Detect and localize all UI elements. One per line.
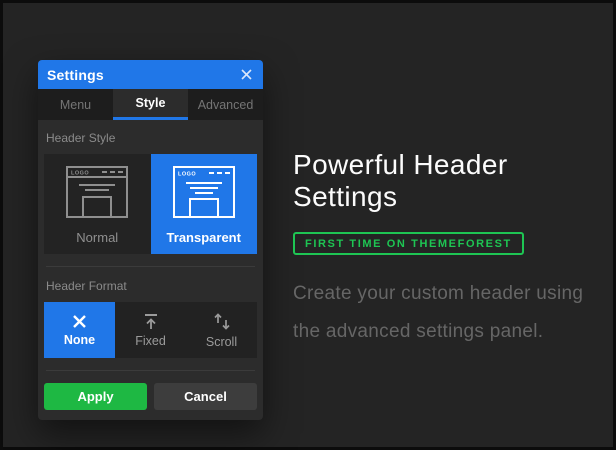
close-icon[interactable]	[239, 68, 253, 82]
cancel-button[interactable]: Cancel	[154, 383, 257, 410]
tab-menu[interactable]: Menu	[38, 89, 113, 120]
arrows-up-down-icon	[211, 312, 233, 331]
tab-menu-label: Menu	[60, 98, 91, 112]
icon-logo-text: LOGO	[71, 171, 89, 177]
page-background: Settings Menu Style Advanced Header Styl…	[0, 0, 616, 450]
tab-style-label: Style	[136, 96, 166, 110]
browser-transparent-icon: LOGO	[173, 154, 235, 230]
option-none[interactable]: None	[44, 302, 115, 358]
promo-content: Powerful Header Settings FIRST TIME ON T…	[293, 149, 598, 351]
option-transparent[interactable]: LOGO Transparent	[151, 154, 258, 254]
button-divider	[46, 370, 255, 371]
header-format-label: Header Format	[46, 279, 255, 293]
option-none-label: None	[64, 333, 95, 347]
option-scroll-label: Scroll	[206, 335, 237, 349]
browser-normal-icon: LOGO	[66, 154, 128, 230]
tab-style[interactable]: Style	[113, 89, 188, 120]
header-style-label: Header Style	[46, 131, 255, 145]
dialog-body: Header Style LOGO	[38, 120, 263, 420]
option-transparent-label: Transparent	[167, 230, 241, 245]
dialog-buttons: Apply Cancel	[44, 383, 257, 410]
option-scroll[interactable]: Scroll	[186, 302, 257, 358]
arrow-up-to-bar-icon	[141, 313, 161, 330]
icon-logo-text: LOGO	[178, 172, 196, 178]
option-fixed-label: Fixed	[135, 334, 166, 348]
tab-bar: Menu Style Advanced	[38, 89, 263, 120]
first-time-badge: FIRST TIME ON THEMEFOREST	[293, 232, 524, 255]
page-title: Powerful Header Settings	[293, 149, 598, 213]
apply-button[interactable]: Apply	[44, 383, 147, 410]
option-fixed[interactable]: Fixed	[115, 302, 186, 358]
dialog-titlebar: Settings	[38, 60, 263, 89]
dialog-title: Settings	[47, 67, 104, 83]
x-icon	[72, 314, 87, 329]
option-normal-label: Normal	[76, 230, 118, 245]
option-normal[interactable]: LOGO Normal	[44, 154, 151, 254]
header-style-options: LOGO Normal	[44, 154, 257, 254]
tab-advanced[interactable]: Advanced	[188, 89, 263, 120]
tab-advanced-label: Advanced	[198, 98, 254, 112]
header-format-options: None Fixed	[44, 302, 257, 358]
description-text: Create your custom header using the adva…	[293, 275, 588, 351]
section-divider	[46, 266, 255, 267]
settings-dialog: Settings Menu Style Advanced Header Styl…	[38, 60, 263, 420]
